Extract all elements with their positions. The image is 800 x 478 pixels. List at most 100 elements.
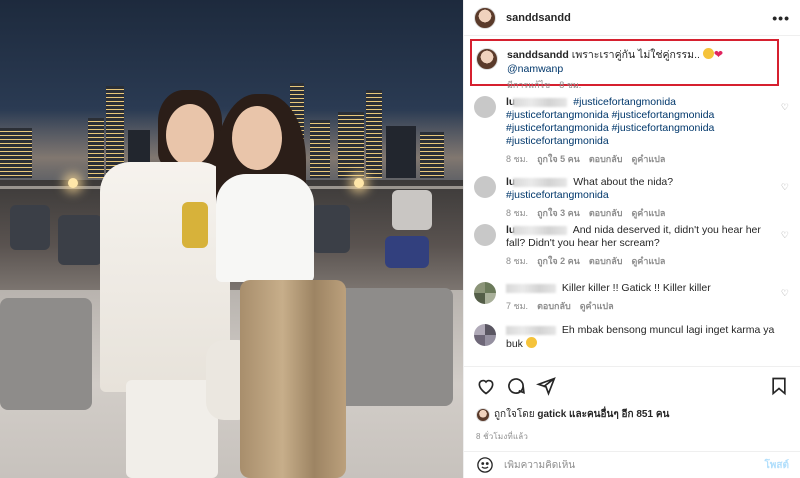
comment-item: lu #justicefortangmonida #justicefortang… [464, 92, 800, 164]
send-icon[interactable] [536, 376, 556, 396]
comment-time: 7 ชม. [506, 301, 529, 311]
translate-button[interactable]: ดูคำแปล [631, 208, 665, 218]
building [310, 120, 330, 178]
blurred-username [506, 325, 556, 335]
liker-avatar [476, 407, 490, 422]
commenter-avatar[interactable] [474, 96, 496, 118]
trousers [126, 380, 218, 478]
post-panel: sanddsandd ••• sanddsandd เพราะเราคู่กัน… [463, 0, 800, 478]
comment-body: Eh mbak bensong muncul lagi inget karma … [506, 324, 776, 360]
chair [58, 215, 102, 265]
comment-body: lu And nida deserved it, didn't you hear… [506, 224, 776, 278]
author-username[interactable]: sanddsandd [506, 12, 571, 24]
reply-button[interactable]: ตอบกลับ [589, 208, 623, 218]
chair [10, 205, 50, 250]
bookmark-icon[interactable] [769, 376, 789, 396]
commenter-avatar[interactable] [474, 324, 496, 346]
likes-prefix: ถูกใจโดย [494, 409, 535, 420]
red-heart-icon: ❤ [713, 49, 724, 61]
smiling-emoji-icon [702, 48, 714, 59]
post-timestamp: 8 ชั่วโมงที่แล้ว [476, 432, 529, 441]
add-comment-bar: โพสต์ [464, 451, 800, 478]
chair [312, 205, 350, 253]
instagram-post-view: sanddsandd ••• sanddsandd เพราะเราคู่กัน… [0, 0, 800, 478]
heart-icon[interactable] [476, 376, 496, 396]
caption-text: เพราะเราคู่กัน ไม่ใช่คู่กรรม.. [571, 49, 700, 61]
lamp-light [68, 178, 78, 188]
likes-user[interactable]: gatick [537, 409, 566, 420]
comment-like-heart-icon[interactable]: ♡ [781, 182, 789, 193]
comment-text: What about the nida? [573, 176, 674, 188]
blurred-username [513, 177, 568, 187]
comment-item: lu What about the nida? #justicefortangm… [464, 162, 800, 220]
comment-likes[interactable]: ถูกใจ 2 คน [537, 256, 580, 266]
comment-body: Killer killer !! Gatick !! Killer killer… [506, 282, 776, 320]
comment-time: 8 ชม. [506, 256, 529, 266]
reply-button[interactable]: ตอบกลับ [589, 256, 623, 266]
face [232, 106, 282, 170]
post-header: sanddsandd ••• [464, 0, 800, 36]
comment-body: lu What about the nida? #justicefortangm… [506, 176, 776, 220]
comment-item: lu And nida deserved it, didn't you hear… [464, 220, 800, 278]
caption-body: sanddsandd เพราะเราคู่กัน ไม่ใช่คู่กรรม.… [507, 48, 771, 90]
action-bar: ถูกใจโดย gatick และคนอื่นๆ อีก 851 คน 8 … [464, 366, 800, 443]
comment-meta: 7 ชม. ตอบกลับ ดูคำแปล [506, 300, 776, 313]
building [338, 112, 364, 178]
comment-icon[interactable] [506, 376, 526, 396]
post-comment-button[interactable]: โพสต์ [764, 458, 789, 473]
reply-button[interactable]: ตอบกลับ [537, 301, 571, 311]
lamp-light [354, 178, 364, 188]
comment-body: lu #justicefortangmonida #justicefortang… [506, 96, 776, 164]
caption-avatar[interactable] [476, 48, 498, 70]
likes-middle: และคนอื่นๆ อีก [569, 409, 634, 420]
smiling-emoji-icon [525, 337, 537, 348]
comment-item: Killer killer !! Gatick !! Killer killer… [464, 278, 800, 320]
comment-time: 8 ชม. [506, 208, 529, 218]
chair [385, 236, 429, 268]
translate-button[interactable]: ดูคำแปล [631, 256, 665, 266]
building [88, 118, 104, 178]
top [182, 202, 208, 248]
commenter-avatar[interactable] [474, 176, 496, 198]
caption-highlight-box: sanddsandd เพราะเราคู่กัน ไม่ใช่คู่กรรม.… [470, 39, 779, 90]
caption-time: 8 ชม. [559, 80, 582, 90]
likes-summary[interactable]: ถูกใจโดย gatick และคนอื่นๆ อีก 851 คน [476, 407, 789, 422]
building [366, 90, 382, 178]
comment-input[interactable] [504, 459, 765, 471]
building [420, 132, 444, 178]
person-right-tshirt [216, 174, 314, 282]
comment-item: Eh mbak bensong muncul lagi inget karma … [464, 320, 800, 360]
satin-pants [240, 280, 346, 478]
building [386, 126, 416, 178]
more-horizontal-icon[interactable]: ••• [772, 10, 790, 26]
comment-hashtags[interactable]: #justicefortangmonida [506, 189, 609, 201]
comment-list[interactable]: lu #justicefortangmonida #justicefortang… [464, 92, 800, 366]
post-photo[interactable] [0, 0, 463, 478]
comment-text: Killer killer !! Gatick !! Killer killer [561, 282, 711, 294]
comment-like-heart-icon[interactable]: ♡ [781, 288, 789, 299]
blurred-username [513, 97, 568, 107]
caption-meta: มีการแก้ไข 8 ชม. [507, 78, 771, 92]
action-icons [476, 375, 789, 397]
comment-meta: 8 ชม. ถูกใจ 3 คน ตอบกลับ ดูคำแปล [506, 207, 776, 220]
comment-likes[interactable]: ถูกใจ 3 คน [537, 208, 580, 218]
caption-username[interactable]: sanddsandd [507, 49, 569, 61]
edited-label: มีการแก้ไข [507, 80, 551, 90]
translate-button[interactable]: ดูคำแปล [580, 301, 614, 311]
commenter-avatar[interactable] [474, 224, 496, 246]
caption-mention[interactable]: @namwanp [507, 63, 563, 75]
smiley-icon[interactable] [476, 456, 494, 474]
chair [392, 190, 432, 230]
comment-like-heart-icon[interactable]: ♡ [781, 230, 789, 241]
cushion [0, 298, 92, 410]
commenter-avatar[interactable] [474, 282, 496, 304]
blurred-username [513, 225, 568, 235]
author-avatar[interactable] [474, 6, 496, 29]
likes-count[interactable]: 851 คน [636, 407, 669, 422]
cushion [333, 288, 453, 406]
face [166, 104, 214, 166]
comment-meta: 8 ชม. ถูกใจ 2 คน ตอบกลับ ดูคำแปล [506, 255, 776, 268]
comment-like-heart-icon[interactable]: ♡ [781, 102, 789, 113]
building [0, 128, 32, 178]
blurred-username [506, 283, 556, 293]
